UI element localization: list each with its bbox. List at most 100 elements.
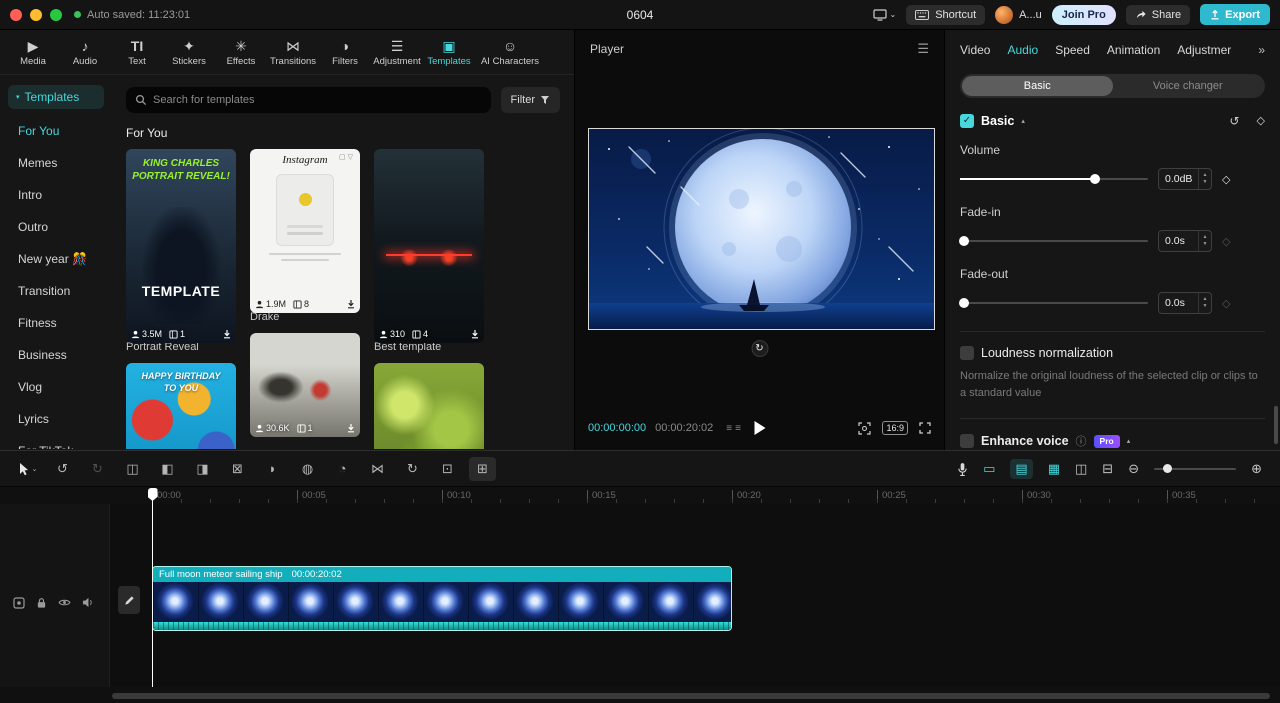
stepper[interactable]: ▲ ▼ <box>1198 169 1211 189</box>
pro-badge[interactable]: Pro <box>1093 434 1120 448</box>
export-button[interactable]: Export <box>1200 4 1270 25</box>
close-window-button[interactable] <box>10 8 22 21</box>
video-clip[interactable]: Full moon meteor sailing ship 00:00:20:0… <box>152 566 732 631</box>
stepper[interactable]: ▲ ▼ <box>1198 231 1211 251</box>
zoom-out-button[interactable]: ⊖ <box>1128 461 1139 477</box>
nav-media[interactable]: ▶ Media <box>8 38 58 67</box>
mute-icon[interactable] <box>82 594 94 612</box>
segment-voice-changer[interactable]: Voice changer <box>1113 76 1264 96</box>
caret-up-icon[interactable]: ▴ <box>1021 117 1025 125</box>
maximize-window-button[interactable] <box>50 8 62 21</box>
inspector-scrollbar[interactable] <box>1274 406 1278 444</box>
template-thumbnail[interactable] <box>374 363 484 449</box>
shortcut-button[interactable]: Shortcut <box>906 4 986 25</box>
segment-basic[interactable]: Basic <box>962 76 1113 96</box>
delete-left-button[interactable]: ◧ <box>150 461 185 477</box>
share-button[interactable]: Share <box>1125 4 1191 25</box>
download-icon[interactable] <box>346 299 356 309</box>
zoom-in-button[interactable]: ⊕ <box>1251 461 1262 477</box>
tab-video[interactable]: Video <box>960 43 990 57</box>
mark-icons[interactable]: ≡≡ <box>726 423 744 434</box>
sidebar-item-fitness[interactable]: Fitness <box>8 307 104 339</box>
delete-right-button[interactable]: ◨ <box>185 461 220 477</box>
fullscreen-icon[interactable] <box>919 422 931 434</box>
timeline-scrollbar[interactable] <box>112 693 1270 699</box>
cover-icon[interactable] <box>13 594 25 612</box>
template-card[interactable]: 30.6K 1 <box>250 333 360 437</box>
filter-button[interactable]: Filter <box>500 87 560 113</box>
fade-out-slider[interactable] <box>959 298 1148 308</box>
nav-filters[interactable]: ◑ Filters <box>320 38 370 67</box>
nav-templates[interactable]: ▣ Templates <box>424 38 474 67</box>
delete-button[interactable]: ⊠ <box>220 461 255 477</box>
player-menu-icon[interactable]: ☰ <box>917 41 929 57</box>
sidebar-item-for-tiktok[interactable]: For TikTok <box>8 435 104 449</box>
template-thumbnail[interactable]: KING CHARLES PORTRAIT REVEAL! TEMPLATE 3… <box>126 149 236 343</box>
chroma-key-button[interactable]: ◍ <box>290 461 325 477</box>
nav-transitions[interactable]: ⋈ Transitions <box>268 38 318 67</box>
track-view-medium-button[interactable]: ▤ <box>1010 458 1033 479</box>
download-icon[interactable] <box>470 329 480 339</box>
nav-audio[interactable]: ♪ Audio <box>60 38 110 67</box>
timeline-ruler[interactable]: 00:00 00:05 00:10 00:15 00:20 00:25 00:3… <box>0 488 1280 504</box>
template-thumbnail[interactable]: 310 4 <box>374 149 484 343</box>
playhead[interactable] <box>147 488 158 687</box>
nav-stickers[interactable]: ✦ Stickers <box>164 38 214 67</box>
rotate-button[interactable]: ↻ <box>395 461 430 477</box>
sidebar-item-intro[interactable]: Intro <box>8 179 104 211</box>
tabs-overflow-icon[interactable]: » <box>1258 43 1265 57</box>
lock-icon[interactable] <box>36 594 47 612</box>
video-preview[interactable] <box>588 128 935 330</box>
split-view-button[interactable]: ◫ <box>1075 461 1087 477</box>
select-tool-button[interactable]: ⌄ <box>10 462 45 476</box>
mirror-button[interactable]: ⋈ <box>360 461 395 477</box>
download-icon[interactable] <box>222 329 232 339</box>
timeline-zoom-slider[interactable] <box>1154 464 1237 473</box>
template-thumbnail[interactable]: Instagram ▢▽ 1.9M 8 <box>250 149 360 313</box>
volume-keyframe-icon[interactable]: ◇ <box>1222 173 1230 186</box>
volume-value-box[interactable]: 0.0dB ▲ ▼ <box>1158 168 1212 190</box>
template-card[interactable]: 310 4 Best template <box>374 149 484 353</box>
nav-adjustment[interactable]: ☰ Adjustment <box>372 38 422 67</box>
avatar[interactable] <box>995 5 1014 24</box>
track-view-large-button[interactable]: ▦ <box>1048 461 1060 477</box>
preview-loop-button[interactable]: ↻ <box>751 340 768 357</box>
undo-button[interactable]: ↺ <box>45 461 80 477</box>
info-icon[interactable]: ⓘ <box>1076 433 1087 449</box>
timeline-tracks[interactable]: Full moon meteor sailing ship 00:00:20:0… <box>0 504 1280 687</box>
record-voiceover-button[interactable] <box>957 460 968 476</box>
split-button[interactable]: ◫ <box>115 461 150 477</box>
tab-adjustment[interactable]: Adjustmer <box>1177 43 1231 57</box>
reset-icon[interactable]: ↺ <box>1229 114 1239 128</box>
redo-button[interactable]: ↻ <box>80 461 115 477</box>
template-card[interactable]: KING CHARLES PORTRAIT REVEAL! TEMPLATE 3… <box>126 149 236 353</box>
sidebar-item-business[interactable]: Business <box>8 339 104 371</box>
template-thumbnail[interactable]: 30.6K 1 <box>250 333 360 437</box>
crop-button[interactable]: ⊡ <box>430 461 465 477</box>
loudness-checkbox[interactable] <box>960 346 974 360</box>
fade-in-value-box[interactable]: 0.0s ▲ ▼ <box>1158 230 1212 252</box>
caret-up-icon[interactable]: ▴ <box>1127 437 1131 445</box>
fade-in-slider[interactable] <box>959 236 1148 246</box>
fade-in-keyframe-icon[interactable]: ◇ <box>1222 235 1230 248</box>
basic-checkbox[interactable]: ✓ <box>960 114 974 128</box>
sidebar-item-new-year[interactable]: New year 🎊 <box>8 243 104 275</box>
sidebar-item-for-you[interactable]: For You <box>8 115 104 147</box>
nav-effects[interactable]: ✳ Effects <box>216 38 266 67</box>
preview-axis-button[interactable]: ⊟ <box>1102 461 1113 477</box>
enhance-voice-checkbox[interactable] <box>960 434 974 448</box>
templates-category-header[interactable]: ▾ Templates <box>8 85 104 109</box>
sidebar-item-memes[interactable]: Memes <box>8 147 104 179</box>
sidebar-item-lyrics[interactable]: Lyrics <box>8 403 104 435</box>
sidebar-item-vlog[interactable]: Vlog <box>8 371 104 403</box>
join-pro-button[interactable]: Join Pro <box>1051 4 1116 25</box>
sidebar-item-outro[interactable]: Outro <box>8 211 104 243</box>
track-view-compact-button[interactable]: ▭ <box>983 461 995 477</box>
template-thumbnail[interactable]: HAPPY BIRTHDAY TO YOU <box>126 363 236 449</box>
tab-animation[interactable]: Animation <box>1107 43 1160 57</box>
tab-audio[interactable]: Audio <box>1007 43 1038 57</box>
aspect-ratio-button[interactable]: 16:9 <box>882 421 908 435</box>
display-mode-button[interactable]: ⌄ <box>873 8 896 21</box>
tab-speed[interactable]: Speed <box>1055 43 1090 57</box>
eye-icon[interactable] <box>58 594 71 612</box>
